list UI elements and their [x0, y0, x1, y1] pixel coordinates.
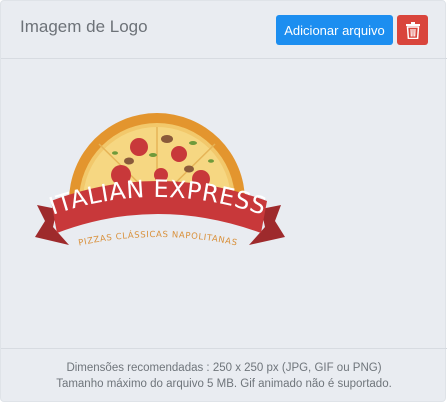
logo-preview-area: ITALIAN EXPRESS PIZZAS CLÁSSICAS NAPOLIT… — [1, 59, 447, 348]
add-file-button[interactable]: Adicionar arquivo — [276, 15, 393, 45]
delete-button[interactable] — [397, 15, 428, 45]
trash-icon — [405, 21, 420, 39]
logo-upload-card: Imagem de Logo Adicionar arquivo ITALIAN… — [0, 0, 447, 402]
card-title: Imagem de Logo — [20, 17, 148, 36]
hint-dimensions: Dimensões recomendadas : 250 x 250 px (J… — [66, 362, 382, 374]
card-header: Imagem de Logo Adicionar arquivo — [1, 1, 447, 59]
italian-express-logo: ITALIAN EXPRESS PIZZAS CLÁSSICAS NAPOLIT… — [35, 113, 285, 249]
logo-tagline-text: PIZZAS CLÁSSICAS NAPOLITANAS — [78, 229, 239, 249]
upload-hint: Dimensões recomendadas : 250 x 250 px (J… — [1, 348, 447, 402]
hint-size-limit: Tamanho máximo do arquivo 5 MB. Gif anim… — [56, 378, 392, 390]
